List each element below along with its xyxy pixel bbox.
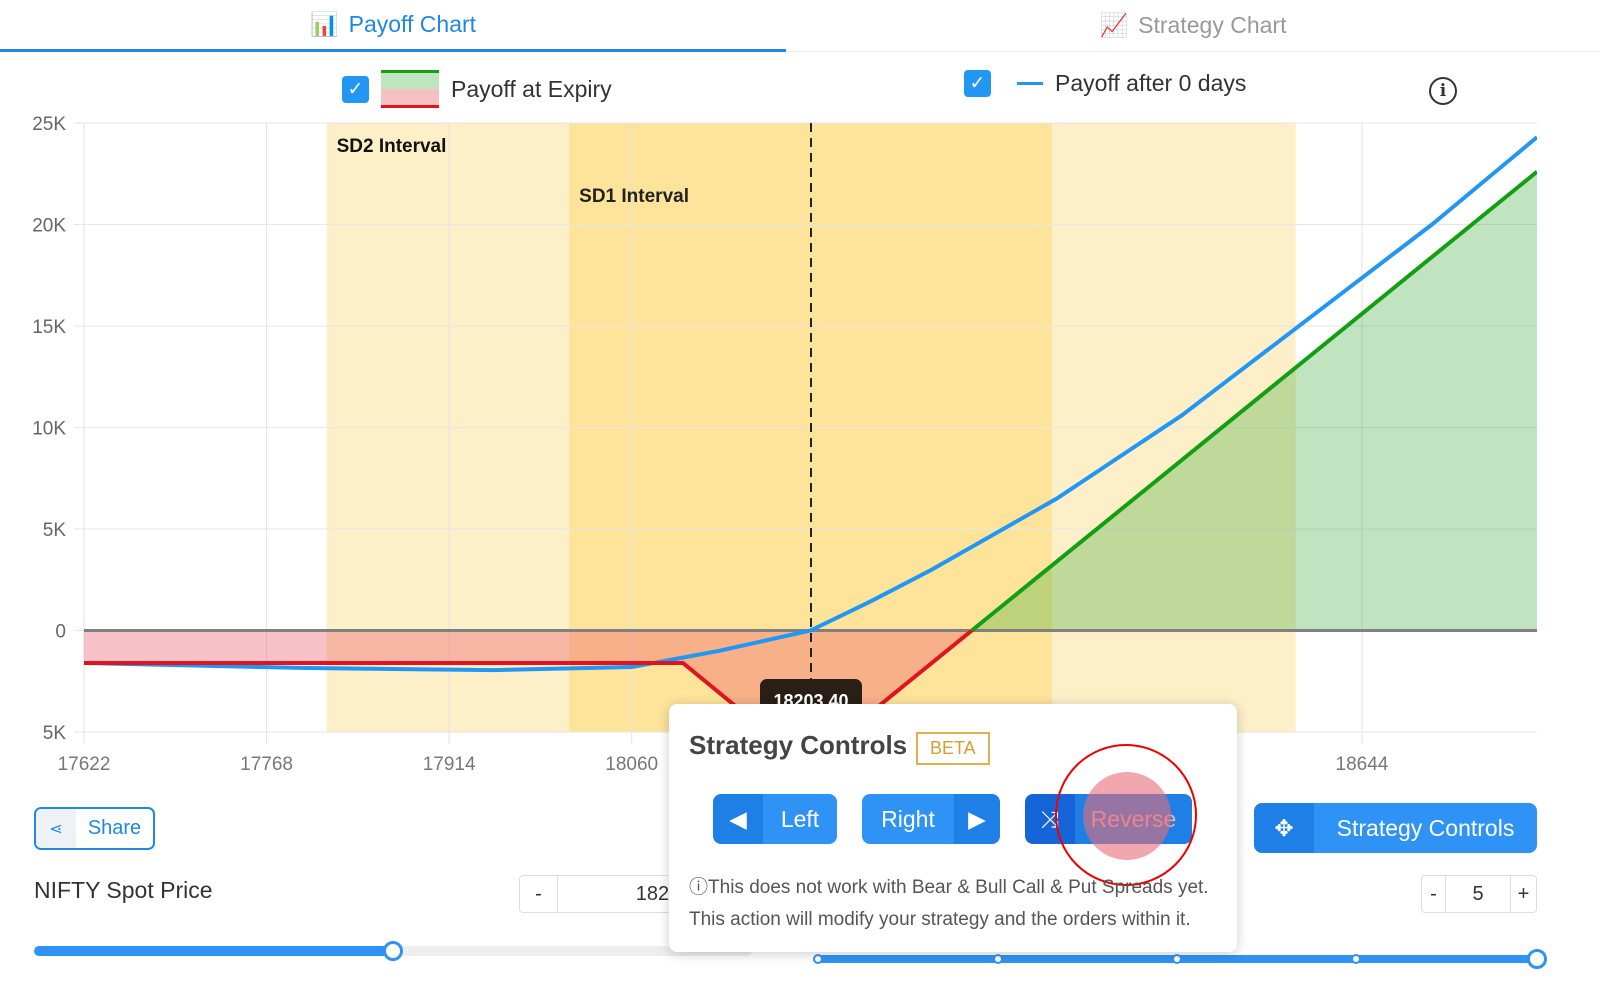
x-tick-label: 17768 <box>240 754 293 775</box>
caret-left-icon: ◀ <box>713 794 763 844</box>
y-tick-label: 20K <box>32 216 66 237</box>
days-slider-dot[interactable] <box>1172 954 1182 964</box>
x-tick-label: 18060 <box>605 754 658 775</box>
strategy-controls-popup: Strategy Controls BETA ◀Left Right▶ ⤨Rev… <box>669 704 1237 952</box>
beta-badge: BETA <box>916 732 990 765</box>
payoff-chart: 25K 20K 15K 10K 5K 0 5K 17622 17768 17914 18060 186… <box>32 114 1537 775</box>
spot-minus-button[interactable]: - <box>520 876 558 912</box>
share-icon: ⋖ <box>36 809 76 848</box>
share-button[interactable]: ⋖ Share <box>34 807 155 850</box>
days-slider-dot[interactable] <box>813 954 823 964</box>
spot-price-label: NIFTY Spot Price <box>34 877 213 903</box>
spot-slider-thumb[interactable] <box>383 941 403 961</box>
after-checkbox[interactable]: ✓ <box>964 70 991 97</box>
y-tick-label: 15K <box>32 317 66 338</box>
sd2-label: SD2 Interval <box>337 136 447 157</box>
days-slider-dot[interactable] <box>1351 954 1361 964</box>
info-small-icon: ⓘ <box>689 877 709 898</box>
move-icon: ✥ <box>1254 803 1314 853</box>
popup-note-1: This does not work with Bear & Bull Call… <box>708 877 1209 898</box>
y-tick-label: 0 <box>55 622 66 643</box>
legend-payoff-after[interactable]: ✓ Payoff after 0 days <box>964 70 1246 97</box>
right-button[interactable]: Right ▶ <box>862 794 1000 844</box>
caret-right-icon: ▶ <box>954 794 1000 844</box>
spot-slider-fill <box>34 946 392 956</box>
popup-title: Strategy Controls <box>689 730 908 760</box>
y-tick-label: 5K <box>43 520 67 541</box>
days-plus-button[interactable]: + <box>1510 876 1536 912</box>
days-slider-thumb[interactable] <box>1527 949 1547 969</box>
strategy-controls-button[interactable]: ✥ Strategy Controls <box>1254 803 1537 853</box>
left-button[interactable]: ◀ Left <box>713 794 837 844</box>
info-icon[interactable]: i <box>1429 77 1457 105</box>
after-swatch <box>1017 82 1043 85</box>
legend-payoff-expiry[interactable]: ✓ Payoff at Expiry <box>342 70 612 108</box>
y-tick-label: 10K <box>32 419 66 440</box>
expiry-swatch <box>381 70 439 108</box>
x-tick-label: 18644 <box>1336 754 1389 775</box>
y-tick-label: 5K <box>43 723 67 744</box>
y-tick-label: 25K <box>32 114 66 135</box>
days-slider-dot[interactable] <box>993 954 1003 964</box>
x-tick-label: 17622 <box>58 754 111 775</box>
days-minus-button[interactable]: - <box>1422 876 1446 912</box>
days-stepper[interactable]: - 5 + <box>1421 875 1537 913</box>
days-input[interactable]: 5 <box>1446 876 1510 912</box>
click-indicator-fill <box>1083 772 1171 860</box>
x-tick-label: 17914 <box>423 754 476 775</box>
sd1-label: SD1 Interval <box>579 186 689 207</box>
popup-note-2: This action will modify your strategy an… <box>689 909 1191 930</box>
expiry-checkbox[interactable]: ✓ <box>342 75 369 103</box>
